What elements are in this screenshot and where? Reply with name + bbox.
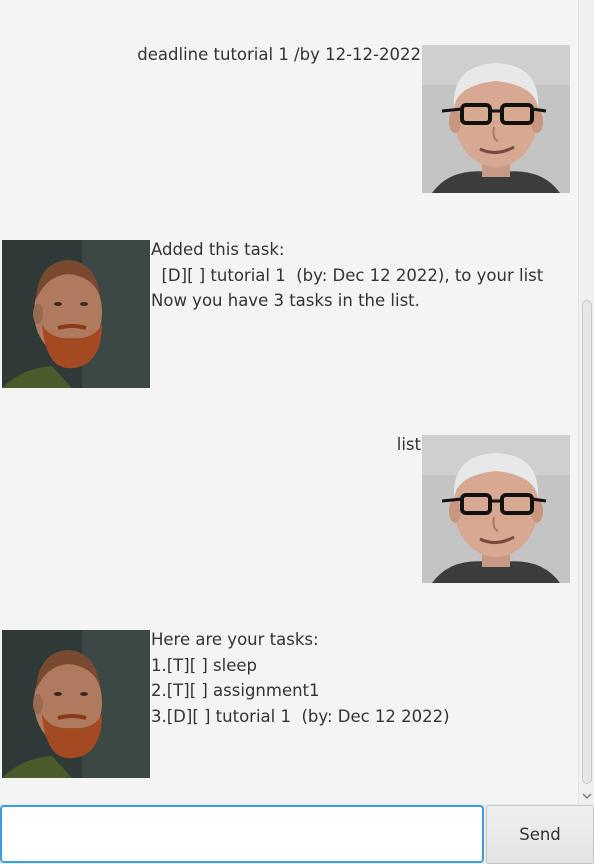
chevron-down-icon[interactable]	[582, 790, 592, 802]
user-avatar	[422, 435, 570, 583]
scrollbar-thumb[interactable]	[582, 300, 592, 784]
user-message-text: deadline tutorial 1 /by 12-12-2022	[137, 45, 421, 64]
user-dialog-box: list	[0, 435, 578, 583]
bot-dialog-box: Added this task: [D][ ] tutorial 1 (by: …	[0, 240, 578, 388]
user-avatar	[422, 45, 570, 193]
chat-window: deadline tutorial 1 /by 12-12-2022 Added…	[0, 0, 594, 864]
user-dialog-box: deadline tutorial 1 /by 12-12-2022	[0, 45, 578, 193]
bot-message-text: Here are your tasks: 1.[T][ ] sleep 2.[T…	[151, 630, 450, 726]
vertical-scrollbar[interactable]	[578, 0, 594, 804]
bot-message-text: Added this task: [D][ ] tutorial 1 (by: …	[151, 240, 544, 310]
chat-scroll-pane[interactable]: deadline tutorial 1 /by 12-12-2022 Added…	[0, 0, 578, 804]
bot-avatar	[2, 240, 150, 388]
bot-dialog-box: Here are your tasks: 1.[T][ ] sleep 2.[T…	[0, 630, 578, 778]
send-button[interactable]: Send	[486, 805, 594, 864]
message-input[interactable]	[0, 805, 484, 863]
bot-avatar	[2, 630, 150, 778]
input-bar: Send	[0, 804, 594, 864]
user-message-text: list	[396, 435, 421, 454]
